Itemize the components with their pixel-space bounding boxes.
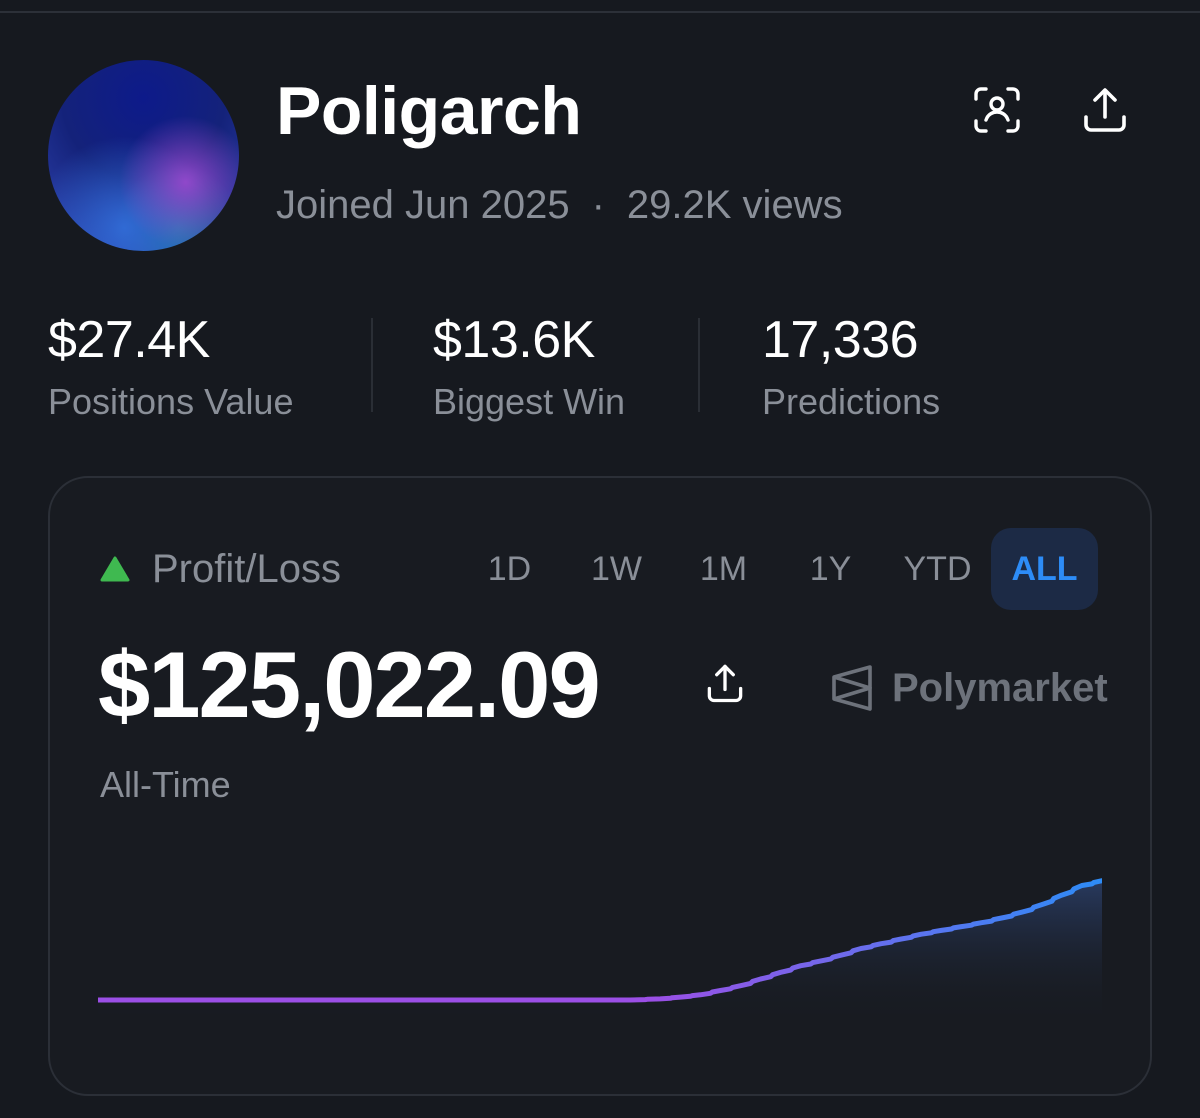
qr-scan-icon [974,87,1020,133]
stat-positions-value: $27.4K Positions Value [48,308,293,424]
joined-date: Joined Jun 2025 [276,183,570,227]
range-1y[interactable]: 1Y [777,528,884,610]
triangle-up-icon [100,556,130,582]
profit-loss-value: $125,022.09 [98,632,601,737]
stat-predictions: 17,336 Predictions [762,308,940,424]
profile-name: Poligarch [276,73,582,149]
range-1m[interactable]: 1M [670,528,777,610]
stat-label: Positions Value [48,381,294,422]
profile-meta: Joined Jun 2025 · 29.2K views [276,181,843,229]
share-icon [707,664,743,703]
profit-loss-chart [98,878,1102,1025]
profit-loss-title: Profit/Loss [152,546,341,591]
stat-value: $13.6K [433,311,595,369]
top-divider [0,0,1200,13]
stat-label: Biggest Win [433,381,626,422]
stat-biggest-win: $13.6K Biggest Win [433,308,625,424]
profit-loss-header: Profit/Loss [100,543,341,595]
stat-divider [698,318,700,412]
range-all[interactable]: ALL [991,528,1098,610]
chart-area [98,880,1102,1025]
share-icon [1084,88,1126,132]
meta-separator: · [591,183,605,227]
range-selector: 1D 1W 1M 1Y YTD ALL [456,528,1098,610]
brand-name: Polymarket [892,665,1108,710]
stat-value: 17,336 [762,311,919,369]
avatar[interactable] [48,60,239,251]
polymarket-logo-icon [832,665,872,711]
stat-value: $27.4K [48,311,210,369]
range-1w[interactable]: 1W [563,528,670,610]
period-label: All-Time [100,764,231,805]
polymarket-brand: Polymarket [830,662,1108,714]
share-profile-button[interactable] [1077,82,1133,138]
stat-divider [371,318,373,412]
scan-profile-button[interactable] [969,82,1025,138]
range-ytd[interactable]: YTD [884,528,991,610]
share-pnl-button[interactable] [702,660,748,706]
stat-label: Predictions [762,381,941,422]
range-1d[interactable]: 1D [456,528,563,610]
view-count: 29.2K views [626,183,843,227]
